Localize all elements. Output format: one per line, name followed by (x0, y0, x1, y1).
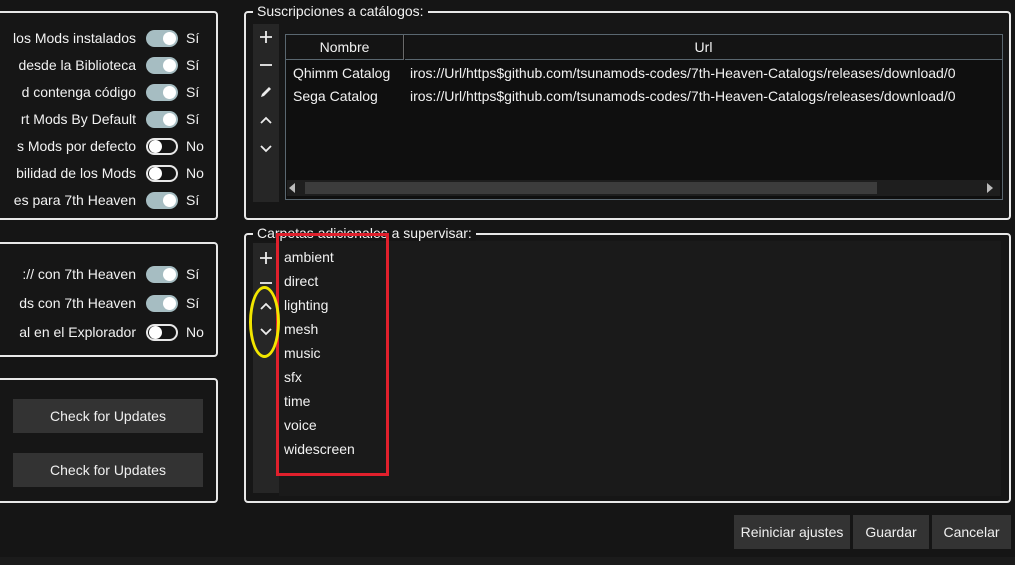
option-value: No (186, 138, 204, 154)
plus-icon (260, 31, 272, 43)
save-button[interactable]: Guardar (853, 515, 929, 549)
check-updates-button-2[interactable]: Check for Updates (13, 453, 203, 487)
option-label: desde la Biblioteca (18, 57, 136, 73)
option-label: :// con 7th Heaven (22, 266, 136, 282)
option-label: d contenga código (21, 84, 136, 100)
option-row-explorer[interactable]: al en el Explorador No (19, 322, 208, 342)
settings-group-updates: Check for Updates Check for Updates (0, 378, 218, 503)
move-catalog-down-button[interactable] (253, 135, 279, 161)
option-value: Sí (186, 30, 200, 46)
status-bar (0, 557, 1015, 565)
option-label: s Mods por defecto (16, 138, 136, 154)
catalog-table: Nombre Url Qhimm Catalog iros://Url/http… (285, 34, 1003, 200)
table-row[interactable]: Qhimm Catalog iros://Url/https$github.co… (286, 62, 1002, 84)
catalog-toolbar (253, 24, 279, 202)
option-row-sort-mods[interactable]: rt Mods By Default Sí (21, 109, 208, 129)
column-header-url[interactable]: Url (405, 35, 1002, 60)
toggle-switch[interactable] (146, 294, 178, 312)
option-row-compatibility[interactable]: bilidad de los Mods No (16, 163, 208, 183)
option-label: es para 7th Heaven (13, 192, 136, 208)
edit-catalog-button[interactable] (253, 79, 279, 105)
option-label: al en el Explorador (19, 324, 136, 340)
toggle-switch[interactable] (146, 56, 178, 74)
option-row-file-assoc[interactable]: ds con 7th Heaven Sí (19, 293, 208, 313)
settings-group-associations: :// con 7th Heaven Sí ds con 7th Heaven … (0, 242, 218, 357)
toggle-switch[interactable] (146, 29, 178, 47)
minus-icon (260, 64, 272, 66)
add-catalog-button[interactable] (253, 24, 279, 50)
plus-icon (260, 252, 272, 264)
cancel-button[interactable]: Cancelar (932, 515, 1011, 549)
option-value: Sí (186, 192, 200, 208)
horizontal-scrollbar[interactable] (287, 180, 1000, 196)
table-row[interactable]: Sega Catalog iros://Url/https$github.com… (286, 85, 1002, 107)
red-highlight-box (276, 233, 389, 476)
option-label: bilidad de los Mods (16, 165, 136, 181)
option-row-installed-mods[interactable]: los Mods instalados Sí (13, 28, 208, 48)
toggle-switch[interactable] (146, 110, 178, 128)
toggle-switch[interactable] (146, 191, 178, 209)
toggle-switch[interactable] (146, 83, 178, 101)
pencil-icon (261, 87, 271, 97)
toggle-switch[interactable] (146, 137, 178, 155)
move-catalog-up-button[interactable] (253, 107, 279, 133)
option-value: Sí (186, 111, 200, 127)
settings-group-general: los Mods instalados Sí desde la Bibliote… (0, 11, 218, 220)
option-label: rt Mods By Default (20, 111, 136, 127)
option-row-protocol[interactable]: :// con 7th Heaven Sí (22, 264, 208, 284)
catalog-url: iros://Url/https$github.com/tsunamods-co… (410, 88, 956, 104)
scrollbar-thumb[interactable] (305, 182, 877, 194)
option-value: Sí (186, 266, 200, 282)
toggle-switch[interactable] (146, 265, 178, 283)
option-value: No (186, 165, 204, 181)
catalog-name: Qhimm Catalog (293, 65, 391, 81)
option-row-code[interactable]: d contenga código Sí (22, 82, 208, 102)
catalog-url: iros://Url/https$github.com/tsunamods-co… (410, 65, 956, 81)
catalog-subscriptions-title: Suscripciones a catálogos: (253, 3, 428, 19)
chevron-up-icon (260, 116, 272, 124)
scroll-right-button[interactable] (987, 183, 993, 193)
option-row-library[interactable]: desde la Biblioteca Sí (18, 55, 208, 75)
reset-settings-button[interactable]: Reiniciar ajustes (734, 515, 850, 549)
check-updates-button-1[interactable]: Check for Updates (13, 399, 203, 433)
yellow-highlight-ellipse (249, 286, 280, 358)
option-value: Sí (186, 295, 200, 311)
option-row-7th-heaven[interactable]: es para 7th Heaven Sí (14, 190, 208, 210)
option-value: Sí (186, 84, 200, 100)
option-value: Sí (186, 57, 200, 73)
option-label: los Mods instalados (13, 30, 136, 46)
column-header-name[interactable]: Nombre (286, 35, 404, 60)
toggle-switch[interactable] (146, 323, 178, 341)
remove-catalog-button[interactable] (253, 52, 279, 78)
option-row-default-mods[interactable]: s Mods por defecto No (17, 136, 208, 156)
option-value: No (186, 324, 204, 340)
scroll-left-button[interactable] (289, 183, 295, 193)
toggle-switch[interactable] (146, 164, 178, 182)
catalog-name: Sega Catalog (293, 88, 378, 104)
chevron-down-icon (260, 145, 272, 153)
option-label: ds con 7th Heaven (19, 295, 136, 311)
